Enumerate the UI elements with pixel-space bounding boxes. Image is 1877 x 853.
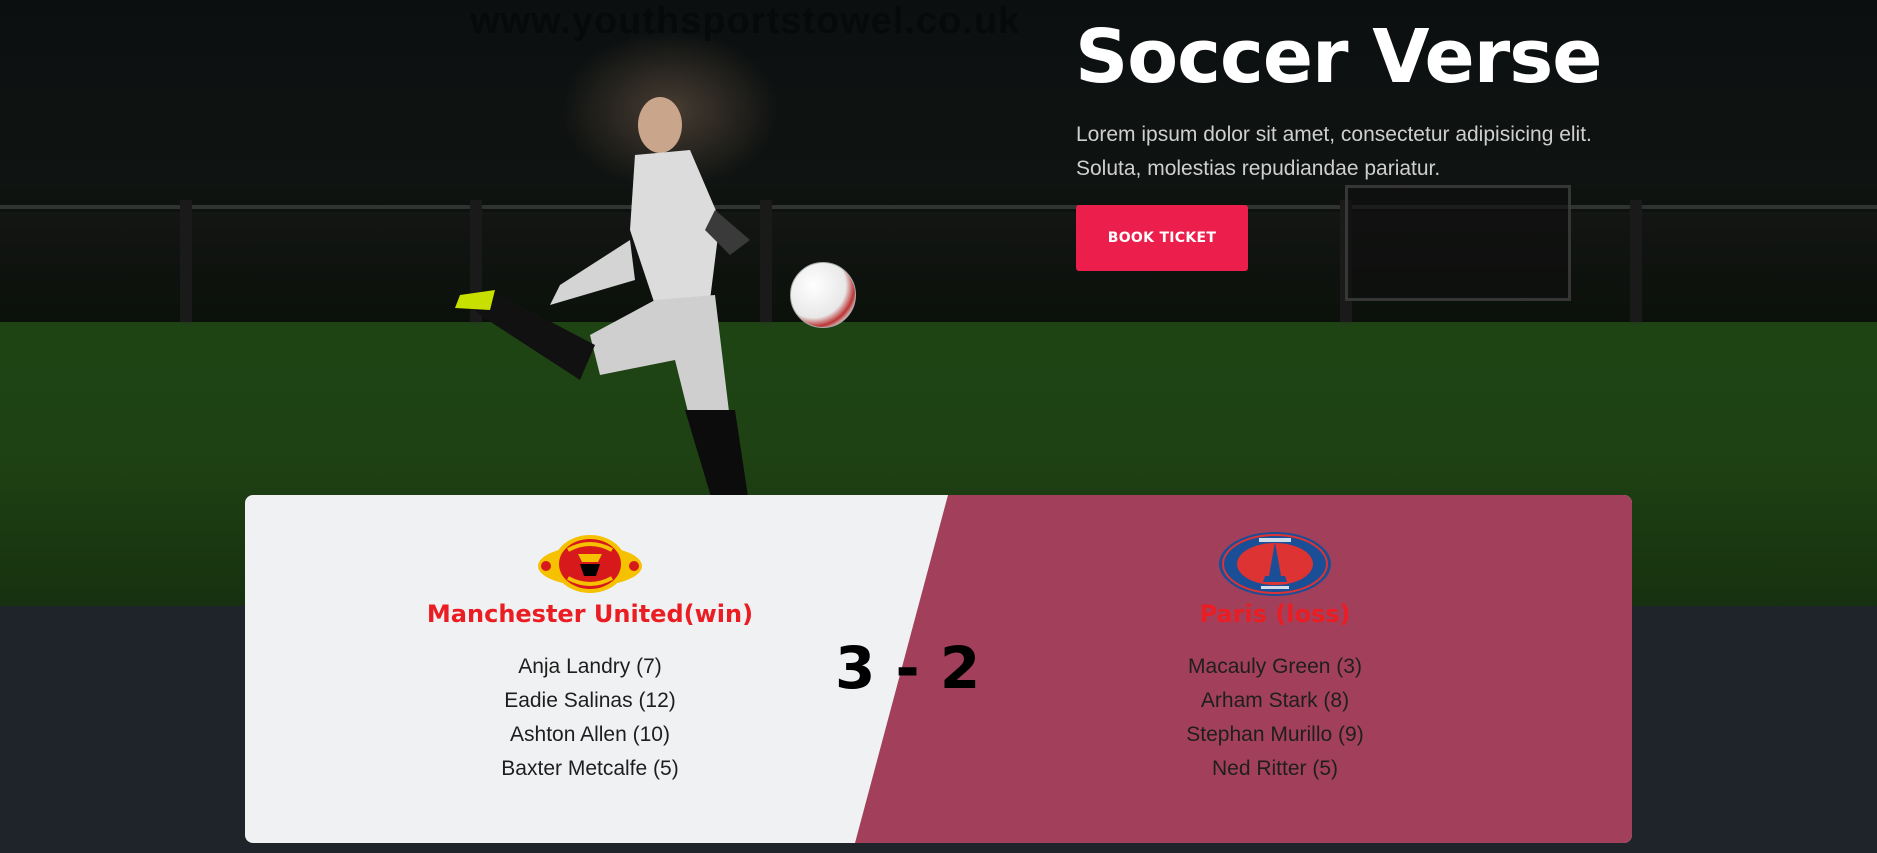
home-scorers-list: Anja Landry (7) Eadie Salinas (12) Ashto… (330, 650, 850, 786)
manchester-united-logo-icon (538, 535, 642, 593)
list-item: Anja Landry (7) (518, 655, 662, 678)
match-result-card: Manchester United(win) Anja Landry (7) E… (245, 495, 1632, 843)
hero-player-image (455, 97, 750, 510)
away-team-name: Paris (loss) (1199, 600, 1351, 628)
psg-logo-icon (1219, 532, 1331, 596)
soccer-ball-image (790, 262, 856, 328)
list-item: Baxter Metcalfe (5) (501, 757, 679, 780)
list-item: Ashton Allen (10) (510, 723, 670, 746)
away-scorers-list: Macauly Green (3) Arham Stark (8) Stepha… (1015, 650, 1535, 786)
list-item: Arham Stark (8) (1200, 689, 1350, 712)
away-team-panel: Paris (loss) Macauly Green (3) Arham Sta… (1015, 495, 1535, 786)
hero-subtitle: Lorem ipsum dolor sit amet, consectetur … (1076, 123, 1592, 180)
list-item: Macauly Green (3) (1188, 655, 1362, 678)
list-item: Ned Ritter (5) (1211, 757, 1339, 780)
book-ticket-button[interactable]: BOOK TICKET (1076, 205, 1248, 271)
match-score: 3 - 2 (835, 634, 981, 702)
list-item: Eadie Salinas (12) (504, 689, 676, 712)
page-title: Soccer Verse (1075, 14, 1602, 100)
watermark-text: www.youthsportstowel.co.uk (470, 0, 1021, 42)
home-team-name: Manchester United(win) (426, 600, 754, 628)
home-team-panel: Manchester United(win) Anja Landry (7) E… (330, 495, 850, 786)
list-item: Stephan Murillo (9) (1186, 723, 1364, 746)
